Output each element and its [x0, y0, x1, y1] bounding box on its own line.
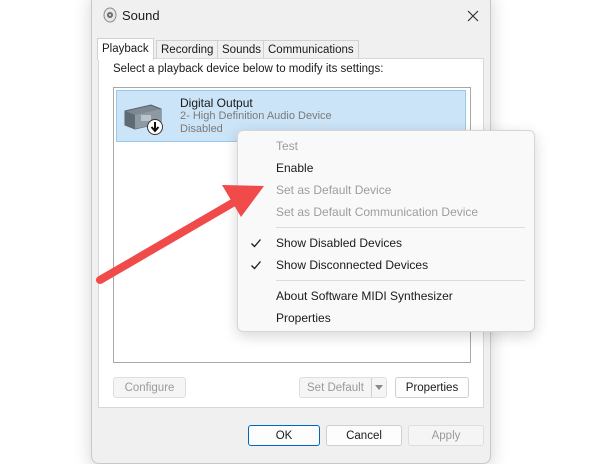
menu-item-properties[interactable]: Properties — [238, 307, 534, 329]
speaker-icon — [103, 7, 117, 23]
checkmark-icon — [251, 239, 261, 248]
device-status: Disabled — [180, 123, 223, 135]
instruction-text: Select a playback device below to modify… — [113, 63, 384, 75]
menu-separator — [276, 227, 525, 228]
tab-sounds[interactable]: Sounds — [217, 40, 267, 59]
window-title: Sound — [122, 8, 160, 23]
menu-item-set-default-communication-device[interactable]: Set as Default Communication Device — [238, 201, 534, 223]
cancel-button[interactable]: Cancel — [326, 425, 402, 446]
set-default-button[interactable]: Set Default — [299, 377, 387, 398]
set-default-label: Set Default — [307, 382, 364, 394]
device-name: Digital Output — [180, 96, 253, 110]
device-description: 2- High Definition Audio Device — [180, 110, 332, 122]
menu-item-show-disconnected-devices[interactable]: Show Disconnected Devices — [238, 254, 534, 276]
tab-communications[interactable]: Communications — [263, 40, 359, 59]
checkmark-icon — [251, 261, 261, 270]
menu-item-set-default-device[interactable]: Set as Default Device — [238, 179, 534, 201]
configure-button[interactable]: Configure — [113, 377, 186, 398]
menu-item-test[interactable]: Test — [238, 135, 534, 157]
context-menu: Test Enable Set as Default Device Set as… — [237, 130, 535, 332]
speaker-device-icon — [124, 104, 163, 135]
properties-button[interactable]: Properties — [395, 377, 469, 398]
menu-item-show-disabled-devices[interactable]: Show Disabled Devices — [238, 232, 534, 254]
menu-item-enable[interactable]: Enable — [238, 157, 534, 179]
close-button[interactable] — [456, 1, 490, 31]
apply-button[interactable]: Apply — [408, 425, 484, 446]
close-icon — [467, 10, 479, 22]
tab-playback[interactable]: Playback — [97, 38, 154, 60]
title-bar: Sound — [92, 1, 490, 31]
menu-separator — [276, 280, 525, 281]
set-default-dropdown[interactable] — [371, 378, 386, 397]
chevron-down-icon — [375, 384, 383, 390]
ok-button[interactable]: OK — [248, 425, 320, 446]
menu-item-about-midi-synthesizer[interactable]: About Software MIDI Synthesizer — [238, 285, 534, 307]
tab-recording[interactable]: Recording — [156, 40, 219, 59]
